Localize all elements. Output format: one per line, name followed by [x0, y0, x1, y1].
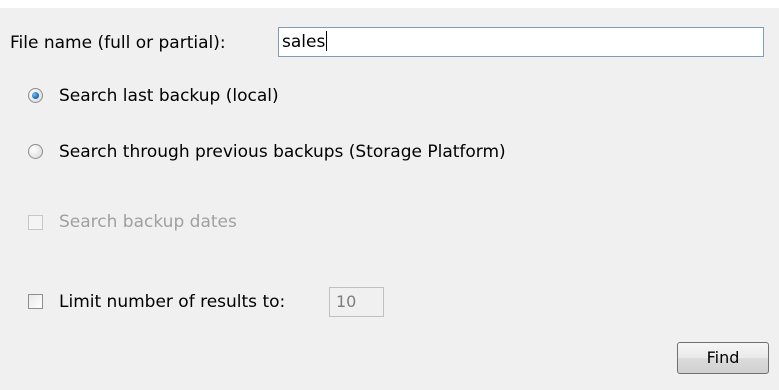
filename-value: sales — [282, 32, 326, 52]
radio-search-previous-backups-label[interactable]: Search through previous backups (Storage… — [59, 142, 506, 162]
find-button[interactable]: Find — [677, 342, 769, 374]
limit-results-checkbox[interactable] — [28, 294, 43, 309]
filename-input[interactable]: sales — [278, 27, 764, 57]
search-dates-label: Search backup dates — [59, 212, 237, 232]
text-caret — [326, 30, 328, 51]
limit-results-input[interactable]: 10 — [329, 287, 384, 317]
radio-search-previous-backups[interactable] — [28, 144, 43, 159]
filename-label: File name (full or partial): — [10, 33, 226, 53]
radio-search-last-backup-label[interactable]: Search last backup (local) — [59, 86, 279, 106]
limit-results-label: Limit number of results to: — [59, 292, 286, 312]
radio-search-last-backup[interactable] — [28, 88, 43, 103]
search-dates-checkbox[interactable] — [28, 215, 43, 230]
file-search-panel — [0, 8, 779, 390]
